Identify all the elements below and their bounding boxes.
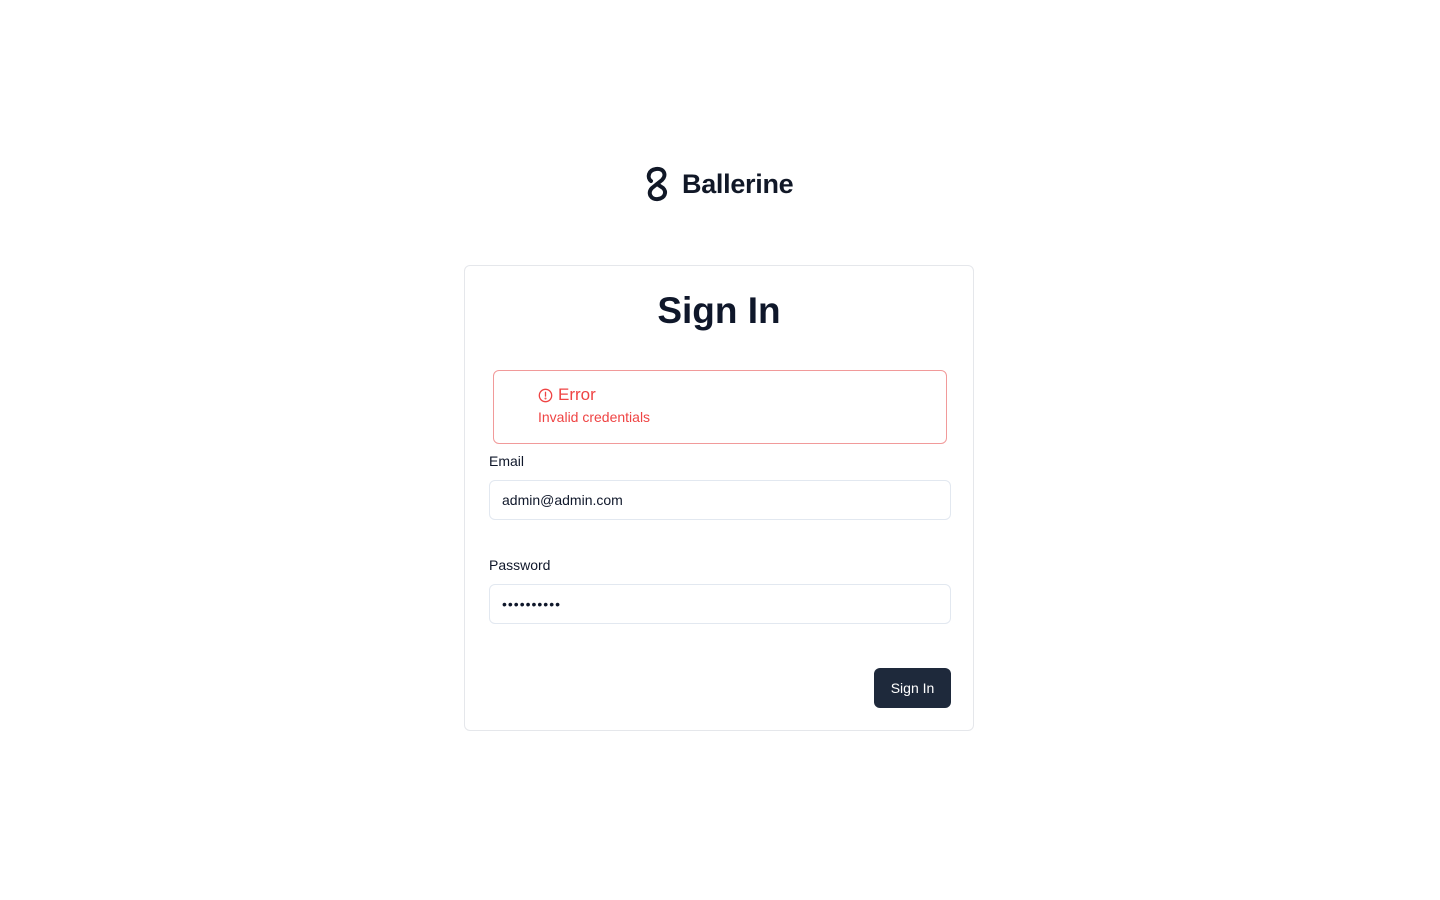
error-alert-title: Error [558,385,596,404]
error-alert: Error Invalid credentials [493,370,947,444]
sign-in-page: Ballerine Sign In Error Invalid credenti… [0,0,1440,900]
brand-name: Ballerine [682,169,794,199]
sign-in-card: Sign In Error Invalid credentials Email … [464,265,974,731]
email-field[interactable] [489,480,951,520]
ballerine-logo-icon [646,166,668,202]
alert-circle-icon [538,388,553,402]
page-title: Sign In [657,290,781,331]
error-alert-header: Error [538,385,596,405]
email-label: Email [489,453,525,469]
sign-in-button[interactable]: Sign In [874,668,951,708]
brand-logo: Ballerine [643,166,794,202]
password-field[interactable] [489,584,951,624]
password-label: Password [489,557,551,573]
error-alert-message: Invalid credentials [538,409,651,425]
